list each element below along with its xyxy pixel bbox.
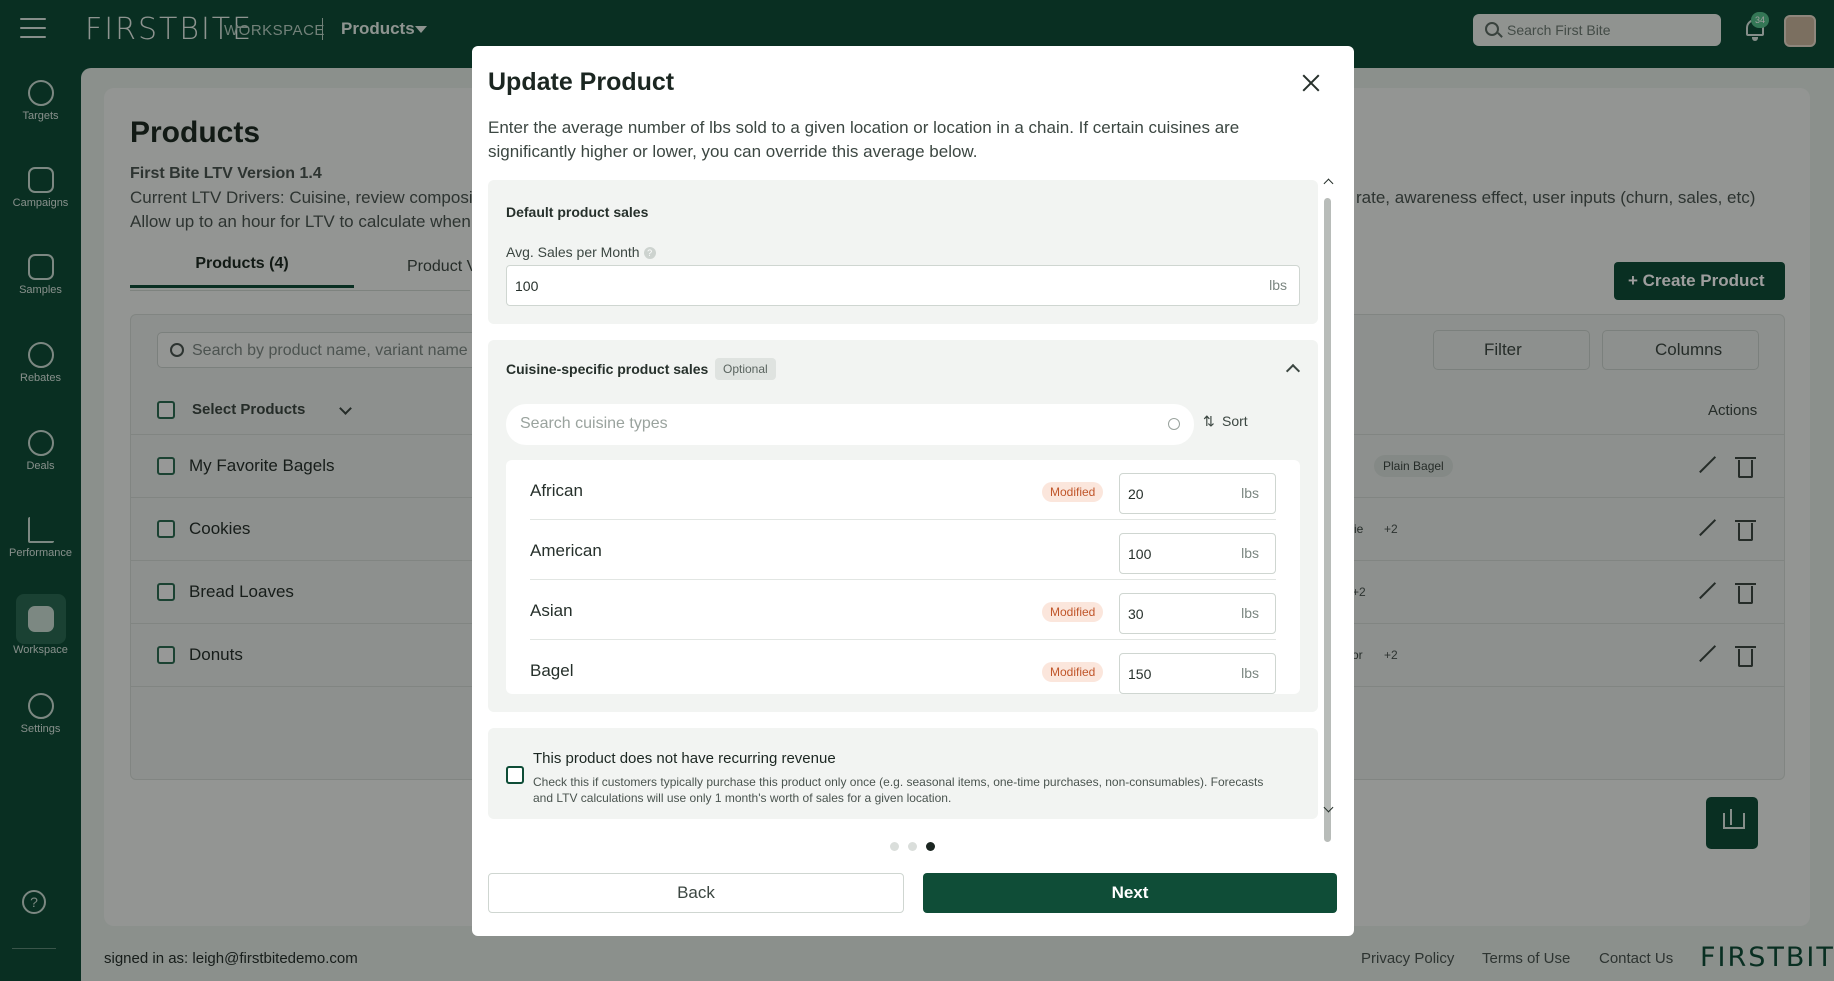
cuisine-name: American [530, 541, 602, 560]
list-item: American 100 lbs [530, 520, 1276, 580]
recurring-help-text: Check this if customers typically purcha… [533, 775, 1264, 805]
modal-description: Enter the average number of lbs sold to … [488, 118, 1240, 161]
cuisine-sales-input[interactable]: 100 lbs [1119, 533, 1276, 574]
update-product-modal: Update Product Enter the average number … [472, 46, 1354, 936]
cuisine-search-input[interactable]: Search cuisine types [506, 404, 1194, 445]
cuisine-sales-section: Cuisine-specific product sales Optional … [488, 340, 1318, 712]
unit-label: lbs [1241, 605, 1259, 621]
unit-label: lbs [1241, 665, 1259, 681]
unit-label: lbs [1241, 485, 1259, 501]
cuisine-sales-input[interactable]: 150 lbs [1119, 653, 1276, 694]
cuisine-name: Asian [530, 601, 573, 620]
chevron-up-icon[interactable] [1285, 363, 1301, 379]
modified-badge: Modified [1042, 602, 1104, 622]
section-heading: Default product sales [506, 204, 649, 220]
recurring-title: This product does not have recurring rev… [533, 750, 836, 767]
modal-scroll-area[interactable]: Default product sales Avg. Sales per Mon… [488, 180, 1340, 864]
avg-sales-value: 100 [515, 278, 539, 294]
cuisine-sales-value: 100 [1128, 546, 1152, 562]
search-icon [1168, 418, 1180, 430]
step-dot [890, 842, 899, 851]
cuisine-sales-input[interactable]: 30 lbs [1119, 593, 1276, 634]
cuisine-sales-input[interactable]: 20 lbs [1119, 473, 1276, 514]
cuisine-search-placeholder: Search cuisine types [520, 415, 668, 432]
step-dot [908, 842, 917, 851]
cuisine-name: African [530, 481, 583, 500]
modal-title: Update Product [488, 68, 675, 96]
no-recurring-revenue-checkbox[interactable] [506, 766, 524, 784]
sort-icon[interactable]: ⇅ [1203, 413, 1215, 430]
help-icon[interactable]: ? [643, 247, 656, 260]
cuisine-sales-value: 30 [1128, 606, 1144, 622]
cuisine-sales-value: 150 [1128, 666, 1152, 682]
cuisine-name: Bagel [530, 661, 574, 680]
sort-button[interactable]: Sort [1222, 413, 1248, 429]
back-button[interactable]: Back [488, 873, 904, 913]
avg-sales-label: Avg. Sales per Month? [506, 244, 656, 260]
unit-label: lbs [1241, 545, 1259, 561]
scrollbar[interactable] [1324, 198, 1331, 842]
avg-sales-input[interactable]: 100 lbs [506, 265, 1300, 306]
close-icon[interactable] [1300, 72, 1322, 94]
default-sales-section: Default product sales Avg. Sales per Mon… [488, 180, 1318, 324]
list-item: Asian Modified 30 lbs [530, 580, 1276, 640]
next-button[interactable]: Next [923, 873, 1337, 913]
list-item: African Modified 20 lbs [530, 460, 1276, 520]
recurring-revenue-section: This product does not have recurring rev… [488, 728, 1318, 819]
section-heading: Cuisine-specific product sales [506, 361, 709, 377]
avg-sales-label-text: Avg. Sales per Month [506, 244, 640, 260]
optional-badge: Optional [715, 358, 776, 380]
modified-badge: Modified [1042, 482, 1104, 502]
cuisine-list[interactable]: African Modified 20 lbs American 100 lbs A… [506, 460, 1300, 694]
cuisine-sales-value: 20 [1128, 486, 1144, 502]
step-dot-active [926, 842, 935, 851]
modified-badge: Modified [1042, 662, 1104, 682]
unit-label: lbs [1269, 277, 1287, 293]
list-item: Bagel Modified 150 lbs [530, 640, 1276, 694]
